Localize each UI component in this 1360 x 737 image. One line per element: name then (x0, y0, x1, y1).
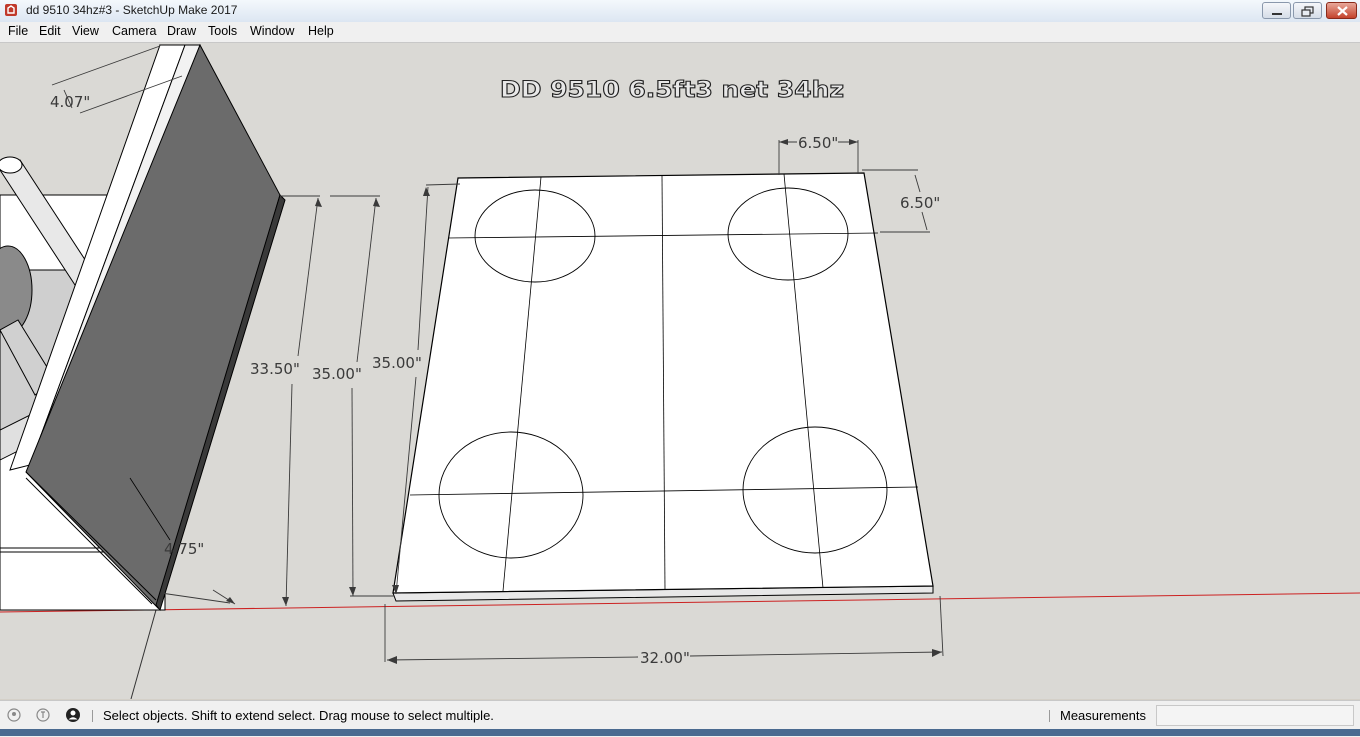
taskbar (0, 729, 1360, 736)
dimension-hole-top: 6.50" (798, 134, 838, 152)
sketchup-app-icon (5, 4, 17, 16)
dimension-height-a: 33.50" (250, 360, 300, 378)
menu-help[interactable]: Help (308, 24, 334, 38)
credits-icon[interactable] (35, 707, 51, 723)
menu-tools[interactable]: Tools (208, 24, 237, 38)
maximize-button[interactable] (1293, 2, 1322, 19)
user-account-icon[interactable] (65, 707, 81, 723)
minimize-button[interactable] (1262, 2, 1291, 19)
menu-draw[interactable]: Draw (167, 24, 196, 38)
dimension-depth: 4.75" (164, 540, 204, 558)
dimension-top-left: 4.07" (50, 93, 90, 111)
restore-icon (1301, 6, 1314, 17)
left-box-model[interactable] (0, 43, 286, 612)
geo-location-icon[interactable] (6, 707, 22, 723)
menu-view[interactable]: View (72, 24, 99, 38)
window-title: dd 9510 34hz#3 - SketchUp Make 2017 (26, 3, 238, 17)
close-button[interactable] (1326, 2, 1357, 19)
menu-window[interactable]: Window (250, 24, 294, 38)
model-3d-text-label[interactable]: DD 9510 6.5ft3 net 34hz (499, 76, 844, 104)
measurements-input[interactable] (1156, 705, 1354, 726)
title-bar: dd 9510 34hz#3 - SketchUp Make 2017 (0, 0, 1360, 23)
status-separator (92, 710, 93, 722)
status-separator (1049, 710, 1050, 722)
dimension-hole-right: 6.50" (900, 194, 940, 212)
close-icon (1337, 6, 1348, 16)
minimize-icon (1272, 13, 1282, 15)
menu-bar: File Edit View Camera Draw Tools Window … (0, 22, 1360, 43)
measurements-label: Measurements (1060, 708, 1146, 723)
menu-file[interactable]: File (8, 24, 28, 38)
menu-camera[interactable]: Camera (112, 24, 156, 38)
menu-edit[interactable]: Edit (39, 24, 61, 38)
status-hint-text: Select objects. Shift to extend select. … (103, 708, 494, 723)
green-axis-line (130, 609, 157, 699)
baffle-board[interactable] (392, 172, 934, 602)
dimension-height-b: 35.00" (312, 365, 362, 383)
dimension-height-c: 35.00" (372, 354, 422, 372)
model-viewport[interactable]: 4.07" 6.50" 6.50" 33.50" 35.00" 35.00" 4… (0, 43, 1360, 699)
dimension-width: 32.00" (640, 649, 690, 667)
